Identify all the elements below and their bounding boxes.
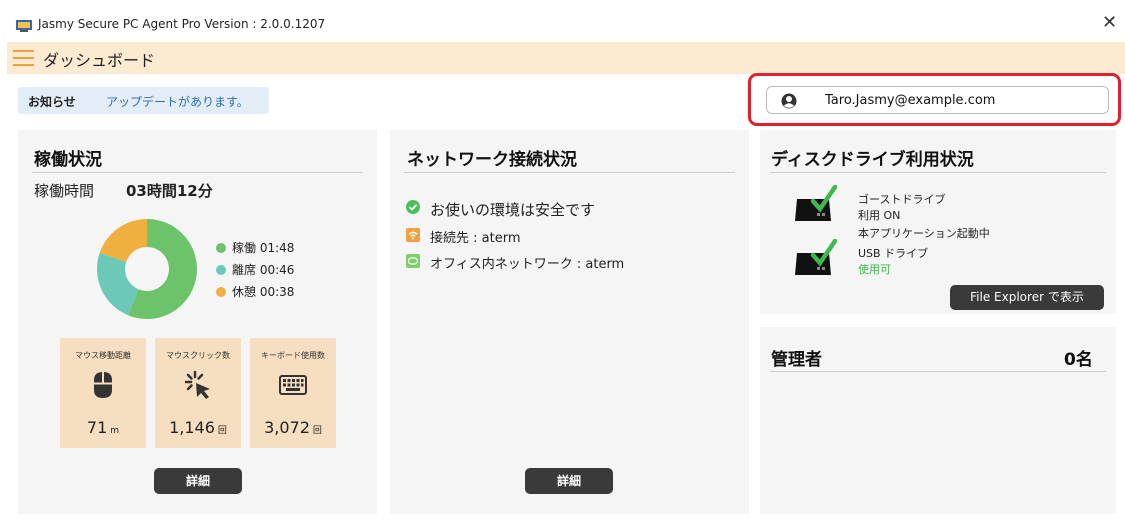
usb-drive-label: USB ドライブ <box>858 247 929 260</box>
network-title: ネットワーク接続状況 <box>407 150 577 170</box>
connection-text: 接続先 : aterm <box>430 231 521 246</box>
notice-label: お知らせ <box>28 95 76 109</box>
window-title: Jasmy Secure PC Agent Pro Version : 2.0.… <box>38 17 326 31</box>
notice-banner: お知らせ アップデートがあります。 <box>18 87 269 114</box>
user-email: Taro.Jasmy@example.com <box>825 93 996 108</box>
legend-dot <box>216 265 226 275</box>
legend-item-break: 休憩 00:38 <box>216 283 294 300</box>
menu-icon[interactable] <box>13 50 34 66</box>
check-circle-icon <box>406 200 420 214</box>
file-explorer-button[interactable]: File Explorer で表示 <box>950 285 1104 310</box>
connection-row: 接続先 : aterm <box>406 228 706 246</box>
update-notice-link[interactable]: アップデートがあります。 <box>106 93 249 110</box>
app-logo-icon <box>16 20 32 32</box>
close-icon[interactable]: ✕ <box>1102 14 1117 32</box>
ghost-drive-icon <box>795 185 837 221</box>
legend-item-away: 離席 00:46 <box>216 261 294 278</box>
page-header: ダッシュボード <box>7 42 1125 74</box>
vpn-icon <box>406 254 420 268</box>
keyboard-icon <box>279 375 307 395</box>
mouse-icon <box>94 372 112 398</box>
legend-dot <box>216 287 226 297</box>
office-network-text: オフィス内ネットワーク : aterm <box>430 257 625 272</box>
user-icon <box>781 93 797 109</box>
activity-panel: 稼働状況 稼働時間 03時間12分 稼働 01:48 離席 00:46 休憩 0… <box>18 130 377 514</box>
activity-details-button[interactable]: 詳細 <box>154 468 242 494</box>
legend-dot <box>216 243 226 253</box>
stat-card-mouse-clicks: マウスクリック数 1,146 回 <box>155 338 241 448</box>
user-account-box[interactable]: Taro.Jasmy@example.com <box>766 86 1109 114</box>
disk-panel: ディスクドライブ利用状況 ゴーストドライブ 利用 ON 本アプリケーション起動中… <box>760 130 1116 314</box>
admins-panel: 管理者 0名 <box>760 327 1116 514</box>
admins-count: 0名 <box>1064 350 1093 370</box>
security-status-text: お使いの環境は安全です <box>430 201 596 219</box>
uptime-value: 03時間12分 <box>126 182 213 200</box>
usb-drive-icon <box>795 239 837 275</box>
page-title: ダッシュボード <box>43 51 156 70</box>
ghost-drive-status: 利用 ON <box>858 209 901 222</box>
network-panel: ネットワーク接続状況 お使いの環境は安全です 接続先 : aterm オフィス内… <box>390 130 749 514</box>
disk-title: ディスクドライブ利用状況 <box>771 150 974 170</box>
ghost-drive-label: ゴーストドライブ <box>858 193 946 206</box>
usb-drive-status: 使用可 <box>858 263 891 276</box>
stat-card-mouse-distance: マウス移動距離 71 m <box>60 338 146 448</box>
uptime-label: 稼働時間 <box>34 182 95 200</box>
legend-item-working: 稼働 01:48 <box>216 239 294 256</box>
office-network-row: オフィス内ネットワーク : aterm <box>406 254 706 272</box>
activity-title: 稼働状況 <box>34 150 102 170</box>
security-status-row: お使いの環境は安全です <box>406 200 706 219</box>
window-titlebar: Jasmy Secure PC Agent Pro Version : 2.0.… <box>0 0 1125 42</box>
click-icon <box>184 370 210 399</box>
network-details-button[interactable]: 詳細 <box>525 468 613 494</box>
app-running-status: 本アプリケーション起動中 <box>858 227 990 240</box>
admins-title: 管理者 <box>771 350 822 370</box>
wifi-icon <box>406 228 420 242</box>
stat-card-keyboard: キーボード使用数 3,072 回 <box>250 338 336 448</box>
activity-donut-chart <box>97 219 197 319</box>
